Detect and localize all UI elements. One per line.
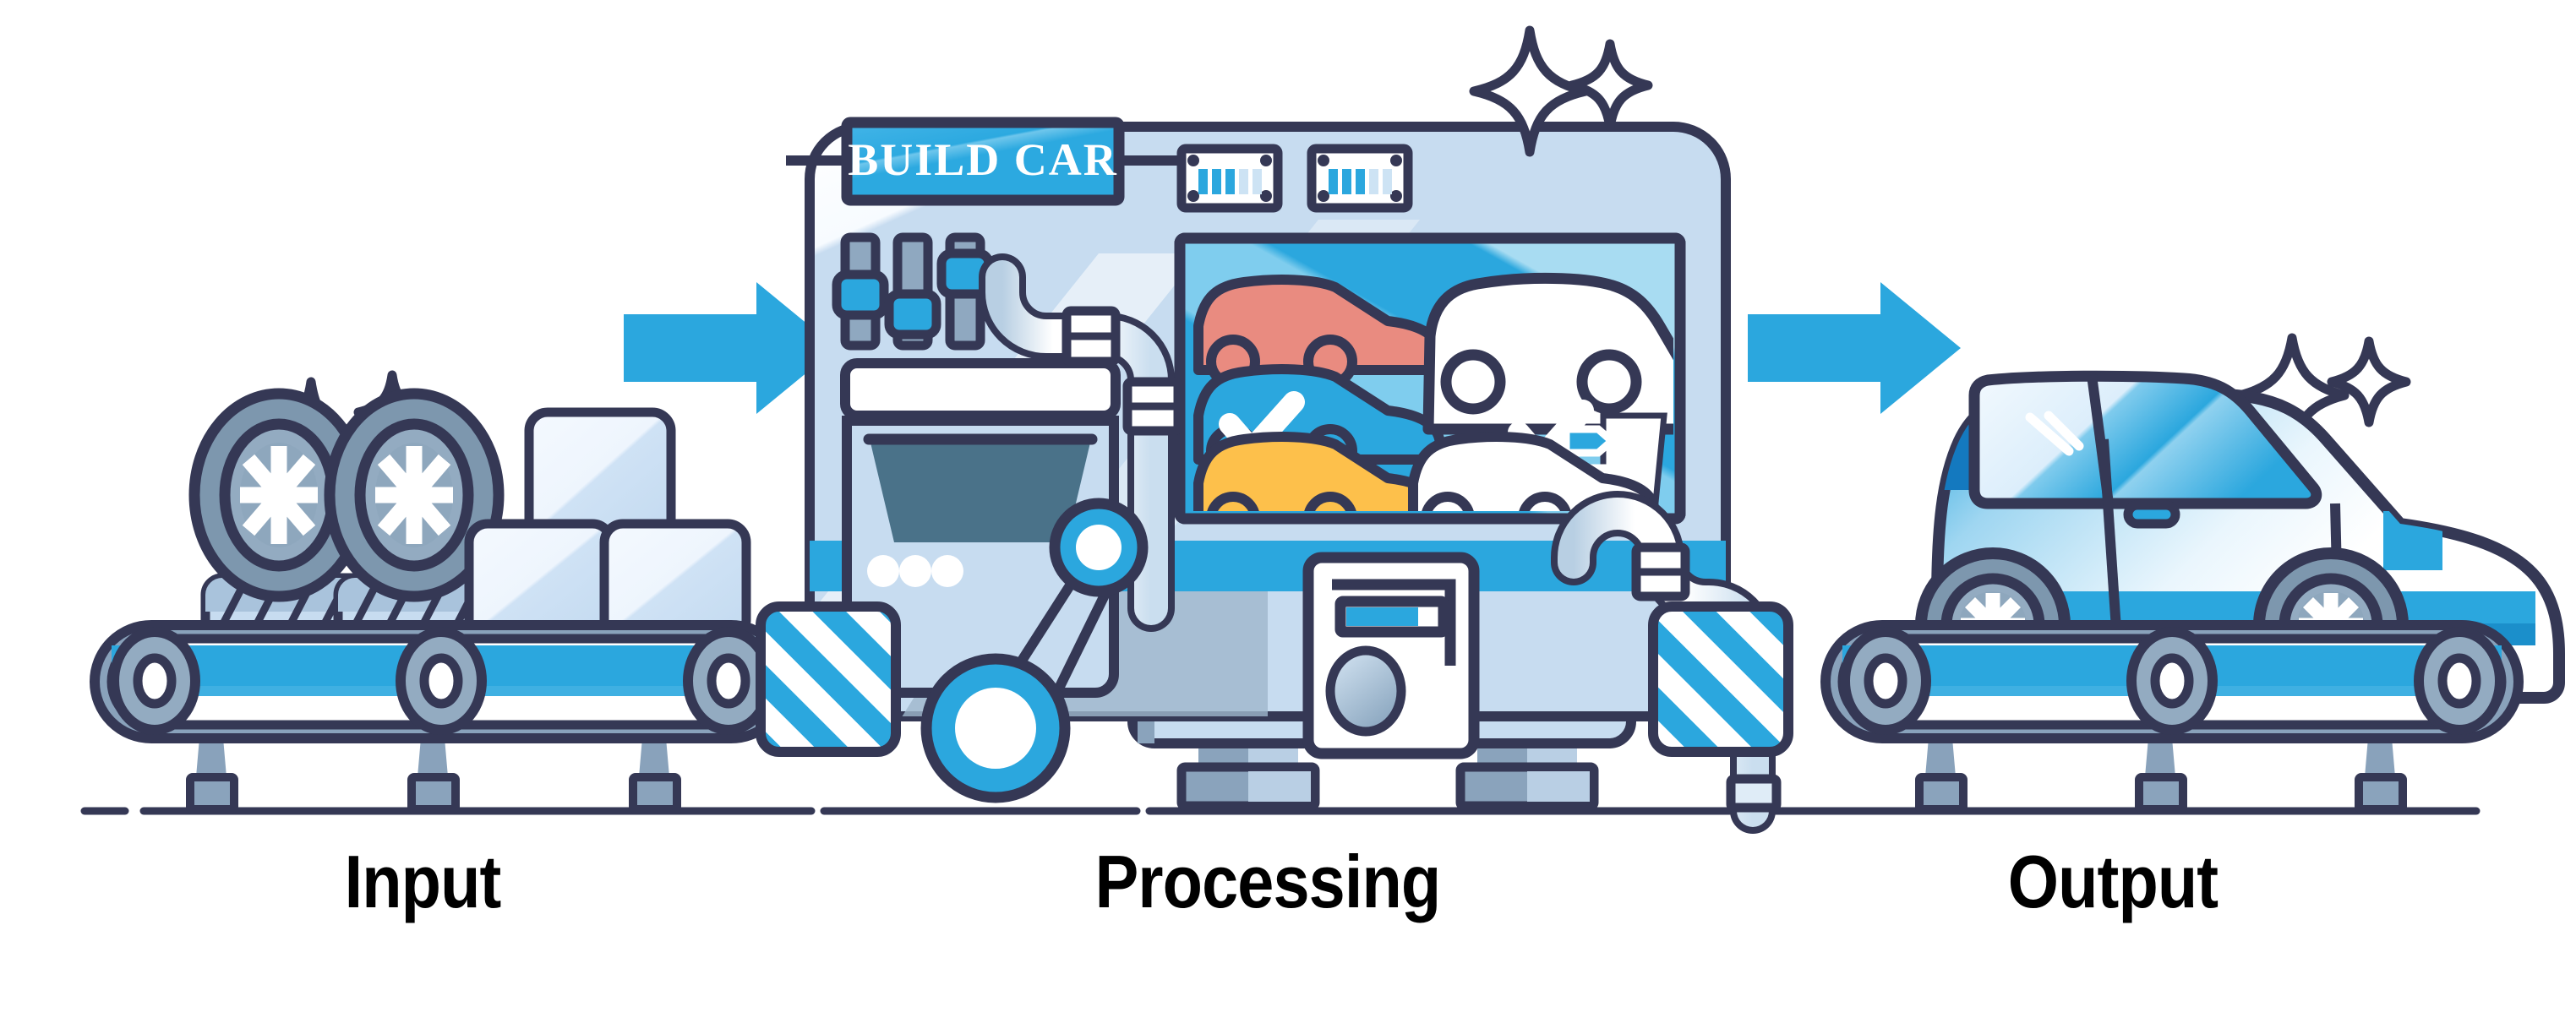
arrow-processing-to-output <box>1748 282 1961 414</box>
input-conveyor <box>90 620 793 814</box>
stage-label-output: Output <box>2007 840 2219 923</box>
output-conveyor <box>1820 620 2524 814</box>
machine-status-lights <box>867 555 963 587</box>
build-car-sign-text: BUILD CAR <box>848 134 1118 185</box>
infographic-scene: BUILD CAR Input Processing Output <box>0 0 2576 1034</box>
slider-2 <box>884 232 941 351</box>
indicator-panel-1 <box>1176 144 1283 213</box>
sparkle-small-icon <box>1567 39 1653 132</box>
printer-slot <box>840 358 1121 421</box>
indicator-panel-2 <box>1307 144 1413 213</box>
input-boxes <box>464 407 751 644</box>
control-knob <box>1325 645 1406 737</box>
tire-2-hub <box>375 443 453 547</box>
hazard-panel-left <box>756 601 901 757</box>
car-door-handle <box>2123 500 2180 529</box>
stage-label-input: Input <box>344 840 502 923</box>
design-screen <box>1174 232 1686 525</box>
slider-1 <box>832 232 889 351</box>
tire-1-hub <box>240 443 318 547</box>
machine-control-panel[interactable] <box>1302 552 1480 759</box>
sparkle-small-icon <box>2327 336 2411 427</box>
machine-sliders[interactable] <box>832 232 994 351</box>
stage-label-processing: Processing <box>1094 840 1442 923</box>
hazard-panel-right <box>1648 601 1793 757</box>
progress-gauge-fill <box>1346 607 1418 626</box>
